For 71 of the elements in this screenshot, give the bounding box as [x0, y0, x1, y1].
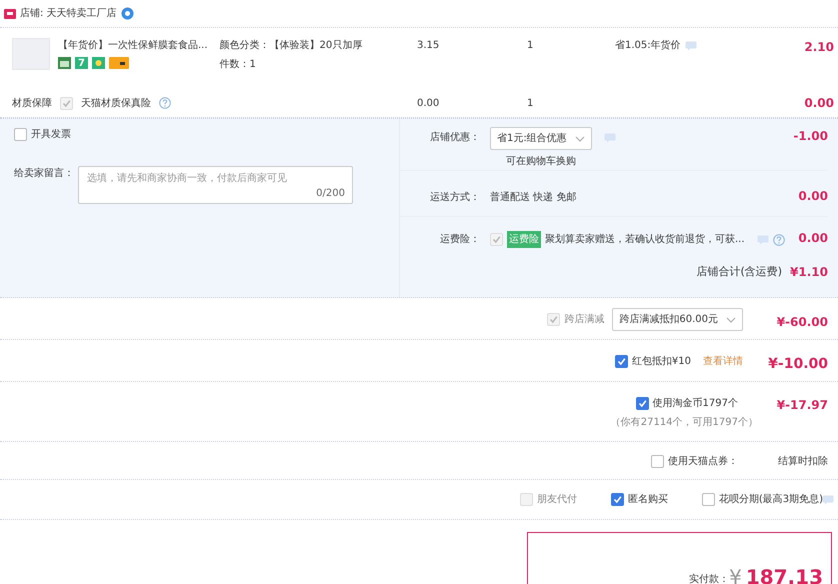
- insurance-total: 0.00: [803, 95, 834, 112]
- discount-select[interactable]: 省1元:组合优惠: [490, 127, 592, 150]
- discount-amount: ¥-10.00: [767, 355, 828, 374]
- chevron-icon: [726, 316, 736, 322]
- discount-label: 红包抵扣¥10: [632, 354, 691, 369]
- product-title[interactable]: 【年货价】一次性保鲜膜套食品...: [58, 38, 208, 53]
- discount-label: 跨店满减: [564, 312, 604, 327]
- comment-icon: [684, 40, 697, 50]
- store-icon: [4, 8, 16, 18]
- discount-label: 使用淘金币1797个: [652, 396, 738, 411]
- field-label: 运费险：: [439, 232, 481, 247]
- insurance-label: 材质保障: [12, 96, 52, 110]
- checkbox[interactable]: [702, 493, 715, 506]
- option-label: 花呗分期(最高3期免息): [718, 492, 823, 507]
- check-icon: [616, 357, 626, 366]
- option-label: 朋友代付: [536, 493, 577, 507]
- help-icon: [159, 97, 171, 109]
- comment-icon: [756, 234, 769, 244]
- item-total: 2.10: [803, 39, 834, 56]
- check-icon: [62, 98, 71, 108]
- insurance-name: 天猫材质保真险: [81, 96, 151, 110]
- shipping-amount: 0.00: [798, 188, 828, 205]
- store-total-amount: ¥1.10: [790, 264, 828, 281]
- deduction-note: 结算时扣除: [778, 454, 828, 469]
- field-label: 运送方式：: [429, 190, 481, 205]
- check-icon: [638, 399, 647, 408]
- store-name: 店铺: 天天特卖工厂店: [20, 6, 117, 21]
- field-label: 店铺优惠：: [429, 130, 481, 145]
- promotion-text: 省1.05:年货价: [615, 38, 681, 53]
- discount-note: 可在购物车换购: [506, 154, 576, 169]
- checkbox[interactable]: [651, 455, 664, 468]
- currency-sign: ¥: [729, 567, 742, 584]
- character-counter: 0/200: [316, 187, 345, 201]
- calendar-icon: [58, 57, 71, 69]
- discount-amount: ¥-60.00: [776, 314, 828, 331]
- sun-icon: [92, 57, 105, 69]
- checkbox[interactable]: [610, 493, 624, 506]
- coin-note: （你有27114个，可用1797个）: [610, 416, 758, 430]
- quantity: 1: [527, 39, 534, 53]
- badge-icon: [120, 7, 134, 20]
- discount-amount: -1.00: [793, 128, 828, 145]
- product-thumbnail: [12, 38, 50, 70]
- unit-price: 3.15: [417, 39, 440, 53]
- payment-amount: 187.13: [746, 567, 823, 584]
- comment-icon: [604, 133, 616, 143]
- card-icon: [109, 57, 129, 69]
- return-badge: 7: [75, 57, 88, 69]
- shipping-method: 普通配送 快递 免邮: [490, 190, 576, 205]
- option-label: 匿名购买: [628, 493, 668, 507]
- insurance-description: 聚划算卖家赠送，若确认收货前退货，可获...: [545, 232, 745, 247]
- shipping-insurance-amount: 0.00: [798, 230, 828, 247]
- checkbox[interactable]: [14, 128, 27, 141]
- check-icon: [492, 235, 501, 244]
- message-label: 给卖家留言：: [14, 166, 74, 181]
- check-icon: [549, 315, 558, 324]
- invoice-label: 开具发票: [31, 128, 71, 142]
- comment-icon: [822, 494, 834, 504]
- discount-amount: ¥-17.97: [776, 397, 828, 414]
- check-icon: [612, 495, 622, 504]
- help-icon: [772, 234, 785, 246]
- checkbox[interactable]: [614, 355, 628, 368]
- product-spec: 颜色分类：【体验装】20只加厚: [220, 38, 362, 53]
- insurance-tag: 运费险: [507, 231, 541, 248]
- quantity-label: 件数：1: [220, 58, 257, 72]
- checkbox[interactable]: [636, 397, 649, 410]
- payment-label: 实付款：: [689, 572, 730, 584]
- insurance-price: 0.00: [417, 96, 440, 110]
- insurance-quantity: 1: [527, 96, 534, 110]
- chevron-icon: [574, 136, 585, 142]
- discount-label: 使用天猫点券：: [668, 454, 738, 469]
- store-total-label: 店铺合计(含运费): [696, 264, 782, 280]
